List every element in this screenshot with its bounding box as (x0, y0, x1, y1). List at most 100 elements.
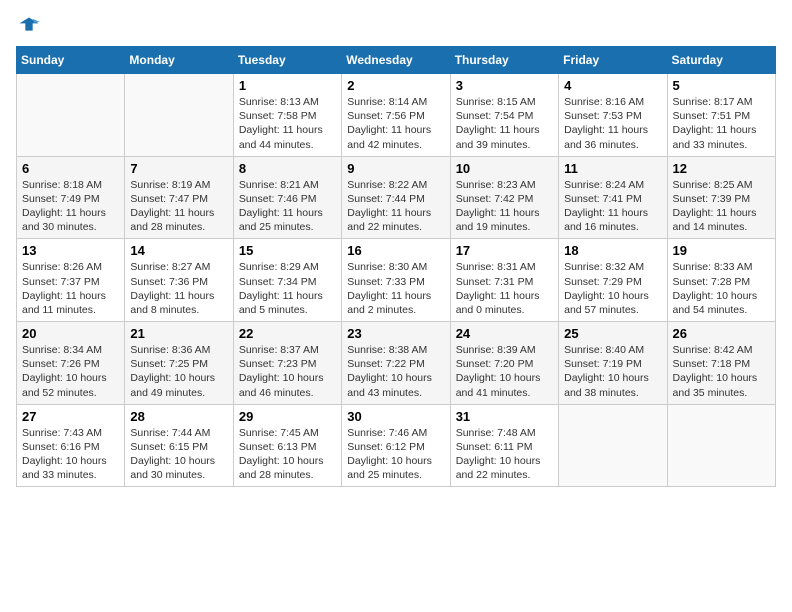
header-row: SundayMondayTuesdayWednesdayThursdayFrid… (17, 47, 776, 74)
header-day-monday: Monday (125, 47, 233, 74)
calendar-day-28: 28Sunrise: 7:44 AMSunset: 6:15 PMDayligh… (125, 404, 233, 487)
header-day-sunday: Sunday (17, 47, 125, 74)
day-number: 11 (564, 161, 661, 176)
day-text: Sunrise: 7:46 AM (347, 426, 444, 440)
calendar-day-18: 18Sunrise: 8:32 AMSunset: 7:29 PMDayligh… (559, 239, 667, 322)
day-text: Sunrise: 8:36 AM (130, 343, 227, 357)
day-number: 12 (673, 161, 770, 176)
header-day-tuesday: Tuesday (233, 47, 341, 74)
day-number: 29 (239, 409, 336, 424)
day-text: Sunrise: 8:31 AM (456, 260, 553, 274)
day-number: 18 (564, 243, 661, 258)
calendar-day-13: 13Sunrise: 8:26 AMSunset: 7:37 PMDayligh… (17, 239, 125, 322)
day-text: Sunset: 6:12 PM (347, 440, 444, 454)
day-text: Daylight: 11 hours and 0 minutes. (456, 289, 553, 317)
day-number: 15 (239, 243, 336, 258)
day-text: Sunrise: 8:19 AM (130, 178, 227, 192)
calendar-day-7: 7Sunrise: 8:19 AMSunset: 7:47 PMDaylight… (125, 156, 233, 239)
day-text: Daylight: 10 hours and 43 minutes. (347, 371, 444, 399)
calendar-day-31: 31Sunrise: 7:48 AMSunset: 6:11 PMDayligh… (450, 404, 558, 487)
day-text: Sunset: 6:11 PM (456, 440, 553, 454)
calendar-day-6: 6Sunrise: 8:18 AMSunset: 7:49 PMDaylight… (17, 156, 125, 239)
day-text: Sunset: 7:58 PM (239, 109, 336, 123)
calendar-week-row: 1Sunrise: 8:13 AMSunset: 7:58 PMDaylight… (17, 74, 776, 157)
calendar-day-15: 15Sunrise: 8:29 AMSunset: 7:34 PMDayligh… (233, 239, 341, 322)
day-text: Sunset: 7:19 PM (564, 357, 661, 371)
day-text: Daylight: 11 hours and 44 minutes. (239, 123, 336, 151)
day-number: 8 (239, 161, 336, 176)
calendar-day-2: 2Sunrise: 8:14 AMSunset: 7:56 PMDaylight… (342, 74, 450, 157)
calendar-day-16: 16Sunrise: 8:30 AMSunset: 7:33 PMDayligh… (342, 239, 450, 322)
day-text: Daylight: 10 hours and 49 minutes. (130, 371, 227, 399)
day-number: 6 (22, 161, 119, 176)
day-text: Daylight: 11 hours and 33 minutes. (673, 123, 770, 151)
header-day-thursday: Thursday (450, 47, 558, 74)
day-text: Daylight: 11 hours and 8 minutes. (130, 289, 227, 317)
day-text: Daylight: 10 hours and 52 minutes. (22, 371, 119, 399)
calendar-table: SundayMondayTuesdayWednesdayThursdayFrid… (16, 46, 776, 487)
day-text: Sunrise: 7:43 AM (22, 426, 119, 440)
day-text: Sunrise: 8:37 AM (239, 343, 336, 357)
day-text: Daylight: 10 hours and 57 minutes. (564, 289, 661, 317)
day-text: Sunrise: 8:33 AM (673, 260, 770, 274)
day-text: Daylight: 11 hours and 16 minutes. (564, 206, 661, 234)
day-text: Sunrise: 8:40 AM (564, 343, 661, 357)
day-number: 30 (347, 409, 444, 424)
day-text: Sunset: 6:13 PM (239, 440, 336, 454)
day-text: Sunset: 7:53 PM (564, 109, 661, 123)
day-text: Sunset: 7:46 PM (239, 192, 336, 206)
day-number: 17 (456, 243, 553, 258)
empty-cell (17, 74, 125, 157)
day-text: Sunset: 7:22 PM (347, 357, 444, 371)
day-number: 22 (239, 326, 336, 341)
empty-cell (125, 74, 233, 157)
header-day-friday: Friday (559, 47, 667, 74)
calendar-day-26: 26Sunrise: 8:42 AMSunset: 7:18 PMDayligh… (667, 322, 775, 405)
day-text: Daylight: 10 hours and 30 minutes. (130, 454, 227, 482)
day-text: Sunrise: 8:29 AM (239, 260, 336, 274)
day-text: Sunset: 6:15 PM (130, 440, 227, 454)
calendar-day-24: 24Sunrise: 8:39 AMSunset: 7:20 PMDayligh… (450, 322, 558, 405)
calendar-day-14: 14Sunrise: 8:27 AMSunset: 7:36 PMDayligh… (125, 239, 233, 322)
day-text: Sunrise: 8:17 AM (673, 95, 770, 109)
day-text: Sunrise: 7:48 AM (456, 426, 553, 440)
day-number: 25 (564, 326, 661, 341)
day-text: Daylight: 10 hours and 28 minutes. (239, 454, 336, 482)
day-text: Daylight: 10 hours and 41 minutes. (456, 371, 553, 399)
logo-icon (18, 16, 40, 38)
calendar-day-10: 10Sunrise: 8:23 AMSunset: 7:42 PMDayligh… (450, 156, 558, 239)
day-text: Sunset: 7:31 PM (456, 275, 553, 289)
day-text: Sunset: 7:26 PM (22, 357, 119, 371)
day-text: Sunset: 7:34 PM (239, 275, 336, 289)
day-text: Sunset: 7:51 PM (673, 109, 770, 123)
calendar-body: 1Sunrise: 8:13 AMSunset: 7:58 PMDaylight… (17, 74, 776, 487)
day-number: 9 (347, 161, 444, 176)
day-text: Sunrise: 8:38 AM (347, 343, 444, 357)
day-text: Sunrise: 8:15 AM (456, 95, 553, 109)
day-text: Daylight: 11 hours and 39 minutes. (456, 123, 553, 151)
empty-cell (559, 404, 667, 487)
day-number: 26 (673, 326, 770, 341)
day-text: Daylight: 11 hours and 30 minutes. (22, 206, 119, 234)
day-number: 7 (130, 161, 227, 176)
day-text: Daylight: 10 hours and 33 minutes. (22, 454, 119, 482)
day-text: Sunset: 7:29 PM (564, 275, 661, 289)
day-text: Sunrise: 8:39 AM (456, 343, 553, 357)
day-number: 24 (456, 326, 553, 341)
empty-cell (667, 404, 775, 487)
calendar-day-8: 8Sunrise: 8:21 AMSunset: 7:46 PMDaylight… (233, 156, 341, 239)
calendar-header: SundayMondayTuesdayWednesdayThursdayFrid… (17, 47, 776, 74)
day-number: 28 (130, 409, 227, 424)
header-day-saturday: Saturday (667, 47, 775, 74)
day-text: Sunset: 7:49 PM (22, 192, 119, 206)
day-text: Sunrise: 8:13 AM (239, 95, 336, 109)
calendar-week-row: 27Sunrise: 7:43 AMSunset: 6:16 PMDayligh… (17, 404, 776, 487)
calendar-day-3: 3Sunrise: 8:15 AMSunset: 7:54 PMDaylight… (450, 74, 558, 157)
day-text: Sunrise: 8:24 AM (564, 178, 661, 192)
day-text: Daylight: 11 hours and 19 minutes. (456, 206, 553, 234)
day-text: Sunrise: 8:21 AM (239, 178, 336, 192)
calendar-day-4: 4Sunrise: 8:16 AMSunset: 7:53 PMDaylight… (559, 74, 667, 157)
logo (16, 16, 42, 38)
day-text: Sunrise: 8:14 AM (347, 95, 444, 109)
day-text: Sunset: 6:16 PM (22, 440, 119, 454)
